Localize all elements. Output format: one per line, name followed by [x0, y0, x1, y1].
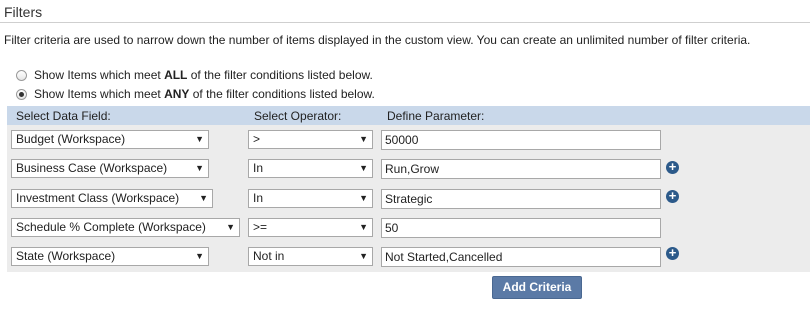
chevron-down-icon: ▼: [195, 251, 204, 261]
criteria-grid-header: Select Data Field: Select Operator: Defi…: [7, 106, 810, 125]
operator-select[interactable]: > ▼: [248, 130, 373, 149]
header-parameter: Define Parameter:: [387, 109, 485, 123]
operator-select[interactable]: In ▼: [248, 159, 373, 178]
field-select[interactable]: Budget (Workspace) ▼: [11, 130, 209, 149]
operator-select[interactable]: In ▼: [248, 189, 373, 208]
field-select[interactable]: State (Workspace) ▼: [11, 247, 209, 266]
chevron-down-icon: ▼: [359, 163, 368, 173]
chevron-down-icon: ▼: [195, 134, 204, 144]
add-value-icon[interactable]: +: [666, 189, 679, 203]
operator-select[interactable]: >= ▼: [248, 218, 373, 237]
chevron-down-icon: ▼: [199, 193, 208, 203]
chevron-down-icon: ▼: [195, 163, 204, 173]
radio-label-all: Show Items which meet ALL of the filter …: [34, 68, 373, 82]
header-operator: Select Operator:: [254, 109, 342, 123]
add-criteria-button[interactable]: Add Criteria: [492, 276, 582, 299]
operator-select[interactable]: Not in ▼: [248, 247, 373, 266]
section-divider: [0, 22, 810, 23]
chevron-down-icon: ▼: [359, 134, 368, 144]
chevron-down-icon: ▼: [359, 222, 368, 232]
add-value-icon[interactable]: +: [666, 246, 679, 260]
section-title: Filters: [4, 4, 43, 20]
chevron-down-icon: ▼: [359, 193, 368, 203]
chevron-down-icon: ▼: [226, 222, 235, 232]
radio-match-all[interactable]: [16, 69, 27, 81]
parameter-input[interactable]: 50000: [381, 130, 661, 150]
filter-description: Filter criteria are used to narrow down …: [4, 33, 751, 47]
parameter-input[interactable]: Not Started,Cancelled: [381, 247, 661, 267]
radio-row-any[interactable]: Show Items which meet ANY of the filter …: [16, 87, 375, 101]
radio-label-any: Show Items which meet ANY of the filter …: [34, 87, 375, 101]
parameter-input[interactable]: 50: [381, 218, 661, 238]
criteria-grid: Select Data Field: Select Operator: Defi…: [7, 106, 810, 272]
chevron-down-icon: ▼: [359, 251, 368, 261]
add-value-icon[interactable]: +: [666, 160, 679, 174]
header-data-field: Select Data Field:: [16, 109, 111, 123]
field-select[interactable]: Schedule % Complete (Workspace) ▼: [11, 218, 240, 237]
radio-match-any[interactable]: [16, 88, 27, 100]
parameter-input[interactable]: Strategic: [381, 189, 661, 209]
radio-row-all[interactable]: Show Items which meet ALL of the filter …: [16, 68, 373, 82]
parameter-input[interactable]: Run,Grow: [381, 159, 661, 179]
field-select[interactable]: Business Case (Workspace) ▼: [11, 159, 209, 178]
field-select[interactable]: Investment Class (Workspace) ▼: [11, 189, 213, 208]
